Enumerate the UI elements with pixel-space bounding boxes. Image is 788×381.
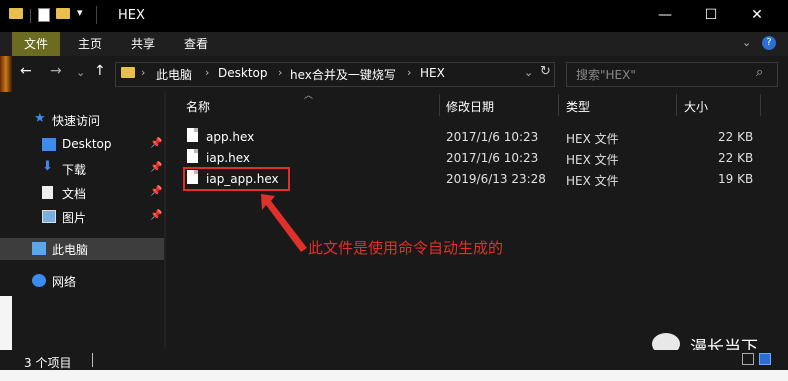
- breadcrumb-separator[interactable]: ›: [278, 66, 282, 79]
- breadcrumb-separator[interactable]: ›: [407, 66, 411, 79]
- file-type: HEX 文件: [566, 132, 619, 146]
- column-divider[interactable]: [558, 94, 559, 116]
- network-icon: [32, 274, 46, 287]
- nav-pane-scrollbar[interactable]: [164, 92, 166, 348]
- pin-icon[interactable]: 📌: [150, 138, 162, 149]
- annotation-arrow-icon: [261, 194, 307, 252]
- details-view-icon[interactable]: [742, 353, 754, 365]
- minimize-button[interactable]: —: [642, 0, 688, 32]
- file-row[interactable]: app.hex 2017/1/6 10:23 HEX 文件 22 KB: [181, 127, 756, 147]
- nav-this-pc-label: 此电脑: [52, 243, 89, 257]
- tab-share[interactable]: 共享: [119, 32, 167, 56]
- status-separator: [92, 353, 93, 367]
- address-folder-icon: [121, 67, 135, 78]
- file-type: HEX 文件: [566, 174, 619, 188]
- file-size: 22 KB: [718, 151, 754, 165]
- nav-item-documents-label: 文档: [62, 187, 87, 201]
- column-divider[interactable]: [676, 94, 677, 116]
- refresh-icon[interactable]: ↻: [540, 64, 551, 79]
- up-button[interactable]: ↑: [94, 63, 106, 79]
- file-icon: [187, 128, 198, 142]
- address-dropdown-icon[interactable]: ⌄: [524, 66, 533, 79]
- column-header-type[interactable]: 类型: [566, 98, 590, 115]
- quick-access-toolbar-dropdown-icon[interactable]: ▾: [77, 6, 83, 19]
- sort-ascending-icon: ︿: [304, 91, 314, 101]
- nav-item-desktop[interactable]: Desktop 📌: [0, 134, 165, 156]
- file-name: iap.hex: [206, 151, 250, 165]
- file-size: 22 KB: [718, 130, 754, 144]
- download-icon: ⬇: [42, 159, 53, 174]
- search-icon[interactable]: ⌕: [756, 65, 763, 80]
- tab-view[interactable]: 查看: [172, 32, 220, 56]
- nav-network-label: 网络: [52, 275, 77, 289]
- file-date: 2017/1/6 10:23: [446, 130, 539, 144]
- ribbon-expand-icon[interactable]: ⌄: [742, 36, 751, 49]
- file-row[interactable]: iap.hex 2017/1/6 10:23 HEX 文件 22 KB: [181, 148, 756, 168]
- computer-icon: [32, 242, 46, 255]
- star-icon: ★: [34, 111, 46, 126]
- nav-item-documents[interactable]: 文档 📌: [0, 182, 165, 204]
- back-button[interactable]: ←: [20, 63, 32, 79]
- pin-icon[interactable]: 📌: [150, 162, 162, 173]
- breadcrumb-this-pc[interactable]: 此电脑: [156, 66, 192, 83]
- nav-item-downloads-label: 下载: [62, 163, 87, 177]
- large-icons-view-icon[interactable]: [759, 353, 771, 365]
- help-icon[interactable]: ?: [762, 36, 776, 50]
- column-divider[interactable]: [760, 94, 761, 116]
- nav-quick-access-label: 快速访问: [52, 114, 101, 128]
- desktop-icon: [42, 138, 56, 151]
- forward-button[interactable]: →: [50, 63, 62, 79]
- nav-item-downloads[interactable]: ⬇ 下载 📌: [0, 158, 165, 180]
- file-date: 2017/1/6 10:23: [446, 151, 539, 165]
- file-date: 2019/6/13 23:28: [446, 172, 546, 186]
- annotation-text: 此文件是使用命令自动生成的: [308, 239, 504, 257]
- column-header-size[interactable]: 大小: [684, 98, 708, 115]
- recent-locations-button[interactable]: ⌄: [76, 66, 85, 79]
- file-type: HEX 文件: [566, 153, 619, 167]
- pin-icon[interactable]: 📌: [150, 186, 162, 197]
- column-divider[interactable]: [439, 94, 440, 116]
- search-placeholder[interactable]: 搜索"HEX": [576, 66, 636, 83]
- folder-icon: [9, 8, 23, 19]
- breadcrumb-desktop[interactable]: Desktop: [218, 66, 268, 80]
- item-count: 3 个项目: [24, 356, 72, 370]
- file-size: 19 KB: [718, 172, 754, 186]
- column-header-name[interactable]: 名称: [186, 98, 210, 115]
- breadcrumb-hex[interactable]: HEX: [420, 66, 445, 80]
- nav-item-pictures-label: 图片: [62, 211, 87, 225]
- highlight-box: [183, 167, 290, 191]
- tab-home[interactable]: 主页: [66, 32, 114, 56]
- new-folder-icon[interactable]: [56, 8, 70, 19]
- pin-icon[interactable]: 📌: [150, 210, 162, 221]
- nav-this-pc[interactable]: 此电脑: [0, 238, 165, 260]
- nav-item-pictures[interactable]: 图片 📌: [0, 206, 165, 228]
- breadcrumb-hex-merge[interactable]: hex合并及一键烧写: [290, 66, 396, 83]
- title-separator-2: [96, 6, 97, 24]
- picture-icon: [42, 210, 56, 223]
- column-header-date[interactable]: 修改日期: [446, 98, 494, 115]
- page-below: [0, 370, 788, 381]
- document-icon: [42, 186, 53, 199]
- title-separator: [30, 9, 31, 23]
- maximize-button[interactable]: ☐: [688, 0, 734, 32]
- breadcrumb-separator: ›: [141, 66, 146, 79]
- nav-quick-access[interactable]: ★ 快速访问: [0, 109, 165, 131]
- file-name: app.hex: [206, 130, 255, 144]
- file-icon: [187, 149, 198, 163]
- breadcrumb-separator[interactable]: ›: [205, 66, 209, 79]
- file-list-scrollbar[interactable]: [762, 92, 774, 350]
- nav-network[interactable]: 网络: [0, 270, 165, 292]
- close-button[interactable]: ✕: [734, 0, 780, 32]
- properties-icon[interactable]: [38, 8, 50, 22]
- nav-item-desktop-label: Desktop: [62, 137, 112, 151]
- tab-file[interactable]: 文件: [12, 32, 61, 56]
- status-bar: [0, 350, 788, 370]
- window-title: HEX: [118, 8, 145, 23]
